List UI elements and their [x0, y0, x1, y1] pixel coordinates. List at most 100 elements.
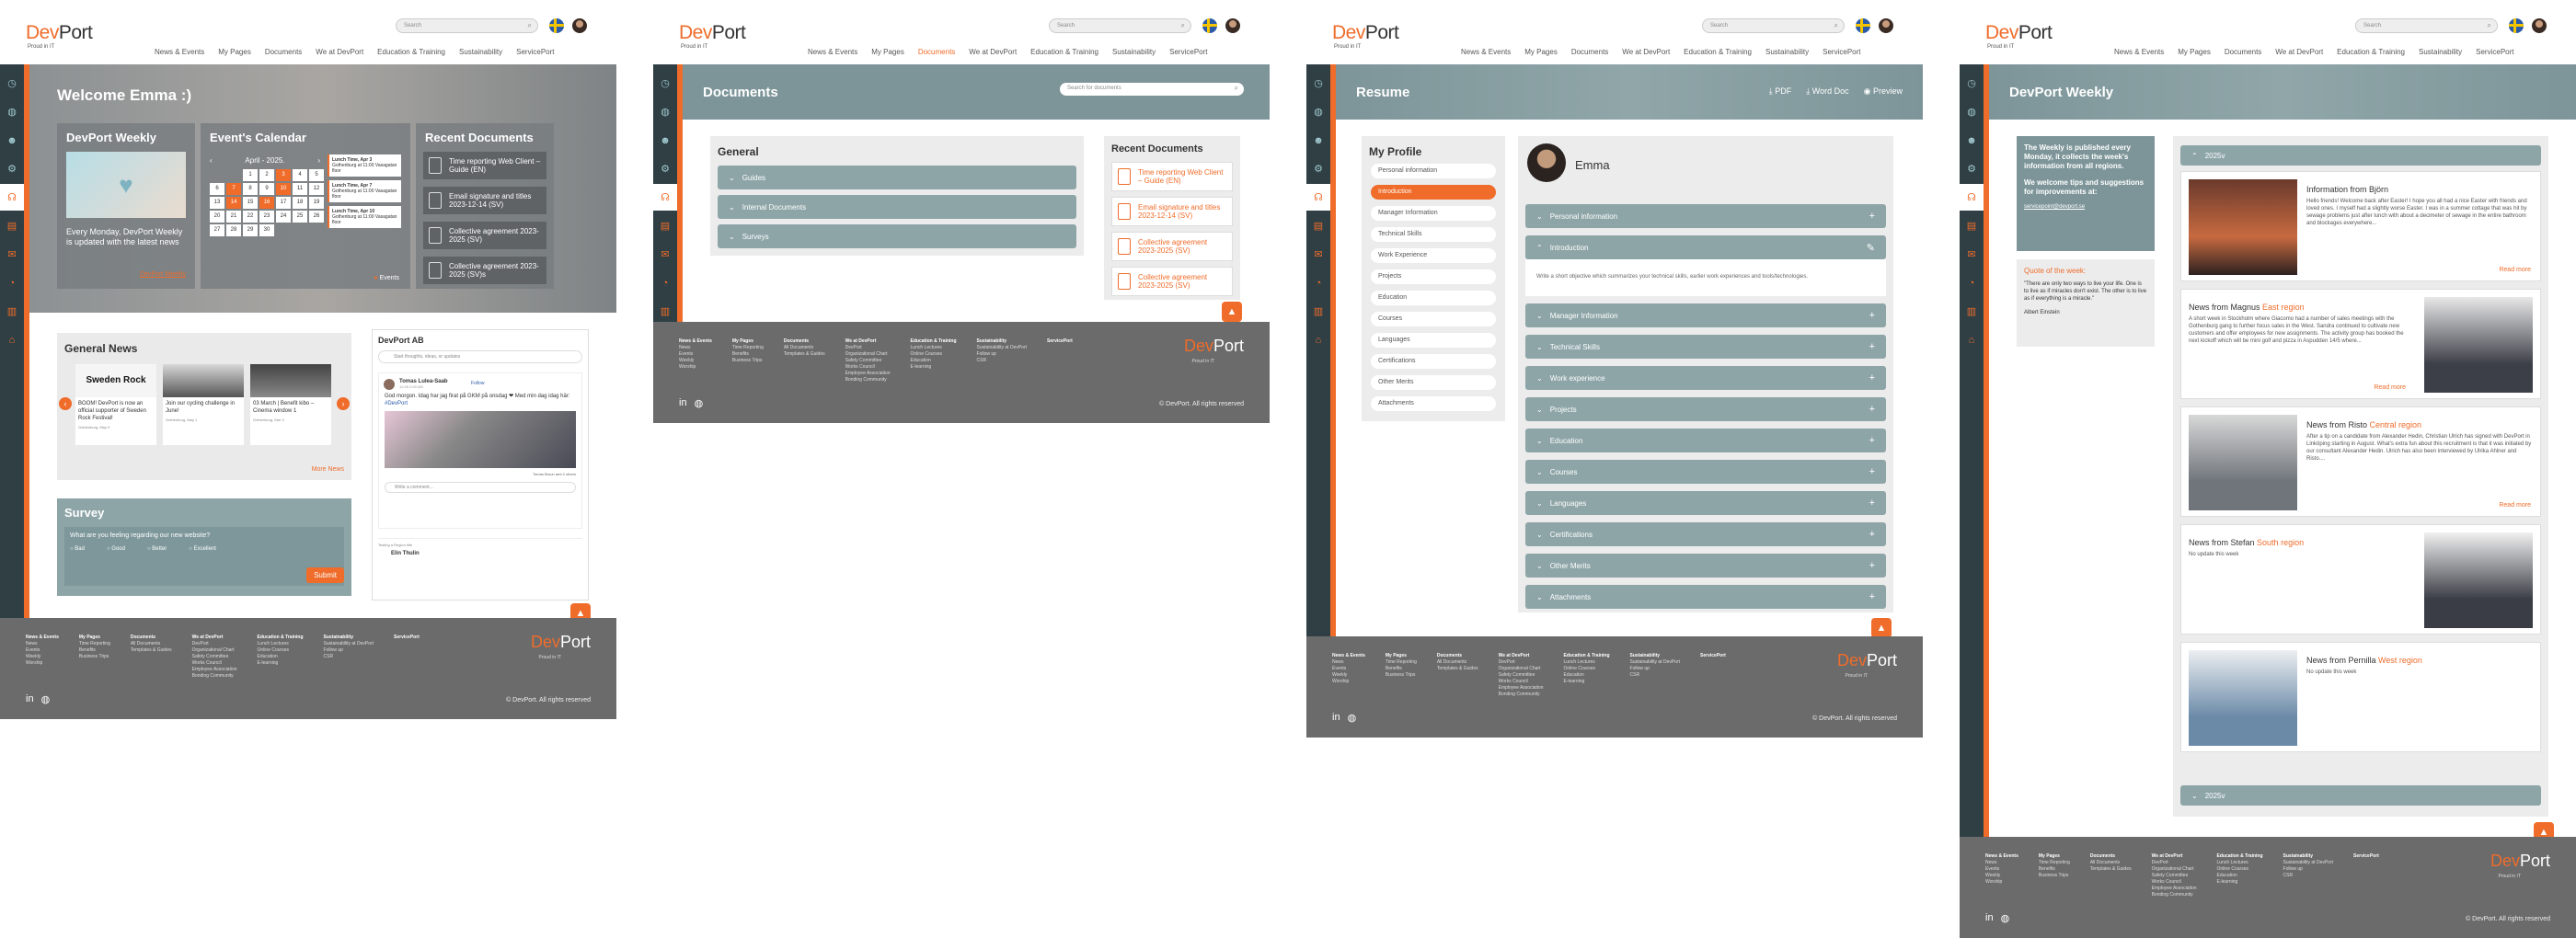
footer-link[interactable]: Worship — [1332, 679, 1365, 685]
footer-link[interactable]: E-learning — [2217, 879, 2263, 886]
footer-link[interactable]: CSR — [977, 358, 1027, 364]
accordion-internal-documents[interactable]: ⌄ Internal Documents — [718, 195, 1076, 219]
search-icon[interactable]: ⌕ — [1235, 84, 1238, 93]
footer-link[interactable]: Business Trips — [1386, 672, 1417, 679]
recent-document[interactable]: Collective agreement 2023-2025 (SV) — [1111, 267, 1233, 296]
calendar-day[interactable]: 24 — [276, 211, 291, 223]
headset-icon[interactable]: ☊ — [1306, 184, 1330, 211]
footer-link[interactable]: Weekly — [679, 358, 712, 364]
footer-link[interactable]: Follow up — [324, 647, 374, 654]
footer-link[interactable]: Events — [679, 351, 712, 358]
footer-link[interactable]: Weekly — [26, 654, 59, 660]
book-icon[interactable]: ▥ — [653, 298, 677, 325]
devport-logo[interactable]: DevPort — [1985, 22, 2053, 44]
chart-icon[interactable]: ◔ — [1960, 269, 1984, 296]
profile-menu-item[interactable]: Attachments — [1371, 396, 1496, 411]
footer-link[interactable]: Education — [258, 654, 304, 660]
recent-document[interactable]: Collective agreement 2023-2025 (SV) — [1111, 232, 1233, 261]
footer-column-title[interactable]: News & Events — [1985, 853, 2018, 860]
footer-link[interactable]: Templates & Guides — [131, 647, 172, 654]
back-to-top-button[interactable]: ▲ — [1871, 618, 1892, 638]
calendar-day[interactable]: 6 — [210, 183, 224, 195]
resume-section[interactable]: ⌄ Work experience + — [1525, 366, 1886, 390]
footer-column-title[interactable]: ServicePort — [1047, 338, 1073, 345]
nav-sustainability[interactable]: Sustainability — [1765, 48, 1809, 56]
footer-link[interactable]: Benefits — [79, 647, 110, 654]
calendar-day[interactable]: 9 — [259, 183, 274, 195]
footer-link[interactable]: CSR — [1630, 672, 1680, 679]
resume-section[interactable]: ⌄ Courses + — [1525, 460, 1886, 484]
globe-icon[interactable]: ◍ — [2001, 912, 2010, 924]
footer-link[interactable]: Sustainability at DevPort — [977, 345, 1027, 351]
footer-column-title[interactable]: Documents — [2090, 853, 2132, 860]
footer-link[interactable]: Lunch Lectures — [1564, 659, 1610, 666]
footer-link[interactable]: Sustainability at DevPort — [1630, 659, 1680, 666]
graduation-icon[interactable]: ⌂ — [1960, 326, 1984, 353]
year-accordion-closed[interactable]: ⌄ 2025v — [2180, 785, 2541, 806]
footer-link[interactable]: Education — [1564, 672, 1610, 679]
footer-link[interactable]: Bonding Community — [2152, 892, 2197, 898]
footer-column-title[interactable]: ServicePort — [1700, 653, 1726, 659]
footer-link[interactable]: Templates & Guides — [784, 351, 825, 358]
nav-serviceport[interactable]: ServicePort — [1169, 48, 1207, 56]
footer-column-title[interactable]: News & Events — [679, 338, 712, 345]
footer-column-title[interactable]: My Pages — [732, 338, 764, 345]
chart-icon[interactable]: ◔ — [1306, 269, 1330, 296]
resume-section[interactable]: ⌄ Education + — [1525, 429, 1886, 452]
footer-link[interactable]: Employee Association — [1499, 685, 1544, 692]
users-icon[interactable]: ☻ — [653, 127, 677, 154]
footer-link[interactable]: Education — [2217, 873, 2263, 879]
footer-column-title[interactable]: Documents — [131, 635, 172, 641]
footer-column-title[interactable]: Education & Training — [2217, 853, 2263, 860]
footer-link[interactable]: Safety Committee — [192, 654, 237, 660]
footer-link[interactable]: Business Trips — [79, 654, 110, 660]
avatar[interactable] — [2532, 18, 2547, 33]
swedish-flag-icon[interactable] — [549, 18, 564, 33]
footer-column-title[interactable]: We at DevPort — [845, 338, 891, 345]
survey-option-good[interactable]: ○ Good — [107, 546, 125, 552]
footer-link[interactable]: Education — [911, 358, 957, 364]
search-icon[interactable]: ⌕ — [2488, 21, 2491, 30]
accordion-surveys[interactable]: ⌄ Surveys — [718, 224, 1076, 248]
calendar-day[interactable]: 21 — [226, 211, 241, 223]
follow-button[interactable]: Follow — [471, 381, 484, 386]
footer-column-title[interactable]: Documents — [1437, 653, 1478, 659]
nav-my-pages[interactable]: My Pages — [1524, 48, 1558, 56]
devport-logo[interactable]: DevPort — [26, 22, 93, 44]
footer-link[interactable]: Safety Committee — [2152, 873, 2197, 879]
profile-menu-item[interactable]: Technical Skills — [1371, 227, 1496, 242]
footer-link[interactable]: Organizational Chart — [845, 351, 891, 358]
footer-link[interactable]: Benefits — [732, 351, 764, 358]
footer-column-title[interactable]: ServicePort — [394, 635, 420, 641]
footer-link[interactable]: Sustainability at DevPort — [2283, 860, 2333, 866]
clock-icon[interactable]: ◷ — [653, 70, 677, 97]
footer-column-title[interactable]: My Pages — [79, 635, 110, 641]
survey-option-bad[interactable]: ○ Bad — [70, 546, 85, 552]
footer-link[interactable]: Online Courses — [1564, 666, 1610, 672]
nav-news-events[interactable]: News & Events — [1461, 48, 1511, 56]
calendar-day[interactable]: 11 — [293, 183, 307, 195]
footer-link[interactable]: Time Reporting — [79, 641, 110, 647]
submit-button[interactable]: Submit — [306, 567, 344, 583]
profile-menu-item[interactable]: Manager Information — [1371, 206, 1496, 221]
calendar-event[interactable]: Lunch Time, Apr 3 Gothenburg at 11:00 Vas… — [328, 154, 401, 177]
chart-icon[interactable]: ◔ — [0, 269, 24, 296]
footer-column-title[interactable]: We at DevPort — [192, 635, 237, 641]
footer-link[interactable]: Follow up — [2283, 866, 2333, 873]
footer-link[interactable]: Weekly — [1985, 873, 2018, 879]
nav-we-at-devport[interactable]: We at DevPort — [969, 48, 1017, 56]
swedish-flag-icon[interactable] — [1856, 18, 1870, 33]
calendar-day[interactable]: 15 — [243, 197, 258, 209]
survey-option-excellent[interactable]: ○ Excellent — [189, 546, 216, 552]
recent-document[interactable]: Collective agreement 2023-2025 (SV)s — [423, 257, 546, 284]
resume-section[interactable]: ⌄ Manager Information + — [1525, 303, 1886, 327]
search-icon[interactable]: ⌕ — [1834, 21, 1838, 30]
footer-column-title[interactable]: My Pages — [2039, 853, 2070, 860]
survey-option-better[interactable]: ○ Better — [147, 546, 167, 552]
read-more-link[interactable]: Read more — [2499, 267, 2531, 273]
profile-menu-item[interactable]: Personal information — [1371, 164, 1496, 178]
footer-column-title[interactable]: ServicePort — [2353, 853, 2379, 860]
plus-icon[interactable]: + — [1869, 372, 1875, 383]
news-item[interactable]: 03 March | Benefit kibo – Cinema window … — [250, 364, 331, 445]
footer-link[interactable]: DevPort — [1499, 659, 1544, 666]
